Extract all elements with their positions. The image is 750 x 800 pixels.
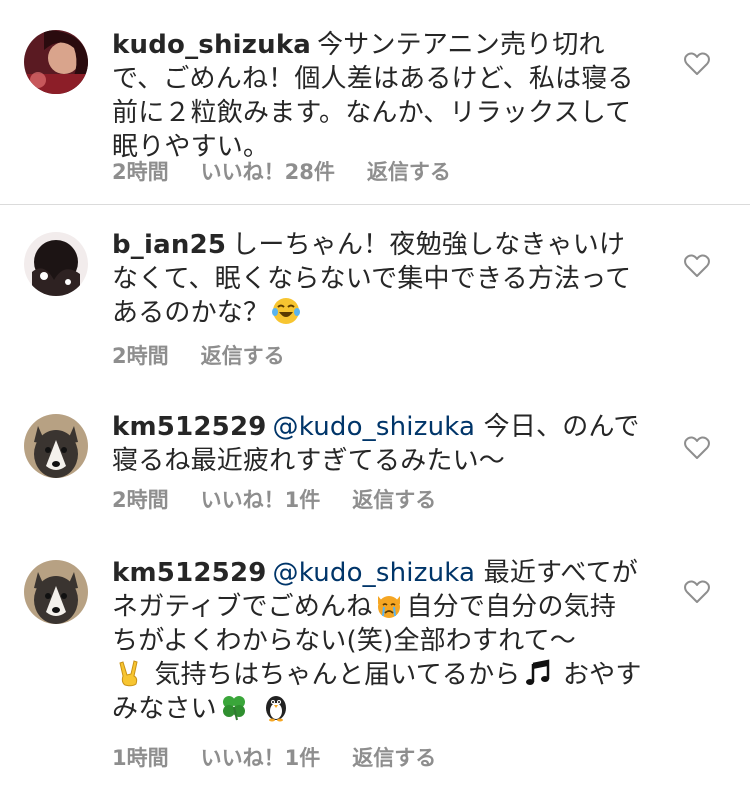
likes-count[interactable]: いいね！1件: [201, 484, 321, 514]
divider: [0, 204, 750, 205]
mention-link[interactable]: @kudo_shizuka: [273, 412, 476, 442]
reply-button[interactable]: 返信する: [352, 484, 436, 514]
likes-count[interactable]: いいね！28件: [201, 156, 335, 186]
timestamp[interactable]: 2時間: [112, 156, 169, 186]
username[interactable]: kudo_shizuka: [112, 30, 311, 60]
avatar[interactable]: [24, 30, 88, 94]
four-leaf-clover-emoji: [222, 696, 245, 721]
username[interactable]: km512529: [112, 558, 267, 588]
victory-hand-emoji: [119, 660, 138, 687]
crying-cat-emoji: [378, 596, 401, 618]
heart-outline-icon[interactable]: [684, 580, 710, 604]
comment-text: kudo_shizuka 今サンテアニン売り切れで、ごめんね！個人差はあるけど、私…: [112, 28, 642, 164]
penguin-emoji: [266, 696, 287, 722]
username[interactable]: km512529: [112, 412, 267, 442]
timestamp[interactable]: 1時間: [112, 742, 169, 772]
username[interactable]: b_ian25: [112, 230, 226, 260]
mention-link[interactable]: @kudo_shizuka: [273, 558, 476, 588]
reply-button[interactable]: 返信する: [367, 156, 451, 186]
comment-meta: 2時間 いいね！28件 返信する: [112, 156, 483, 186]
comment-text: b_ian25 しーちゃん！夜勉強しなきゃいけなくて、眠くならないで集中できる方法…: [112, 228, 642, 330]
avatar[interactable]: [24, 232, 88, 296]
timestamp[interactable]: 2時間: [112, 484, 169, 514]
timestamp[interactable]: 2時間: [112, 340, 169, 370]
comment-text: km512529 @kudo_shizuka 最近すべてがネガティブでごめんね 自分…: [112, 556, 642, 726]
comment-meta: 2時間 いいね！1件 返信する: [112, 484, 468, 514]
reply-button[interactable]: 返信する: [201, 340, 285, 370]
heart-outline-icon[interactable]: [684, 436, 710, 460]
comment-meta: 2時間 返信する: [112, 340, 317, 370]
heart-outline-icon[interactable]: [684, 254, 710, 278]
avatar[interactable]: [24, 414, 88, 478]
reply-button[interactable]: 返信する: [352, 742, 436, 772]
comment-meta: 1時間 いいね！1件 返信する: [112, 742, 468, 772]
musical-notes-emoji: [525, 659, 549, 685]
comment-body-part3: 気持ちはちゃんと届いてるから: [154, 660, 521, 690]
comment-text: km512529 @kudo_shizuka 今日、のんで寝るね最近疲れすぎてるみ…: [112, 410, 642, 478]
avatar[interactable]: [24, 560, 88, 624]
heart-outline-icon[interactable]: [684, 52, 710, 76]
likes-count[interactable]: いいね！1件: [201, 742, 321, 772]
laughing-crying-emoji: [272, 298, 301, 324]
